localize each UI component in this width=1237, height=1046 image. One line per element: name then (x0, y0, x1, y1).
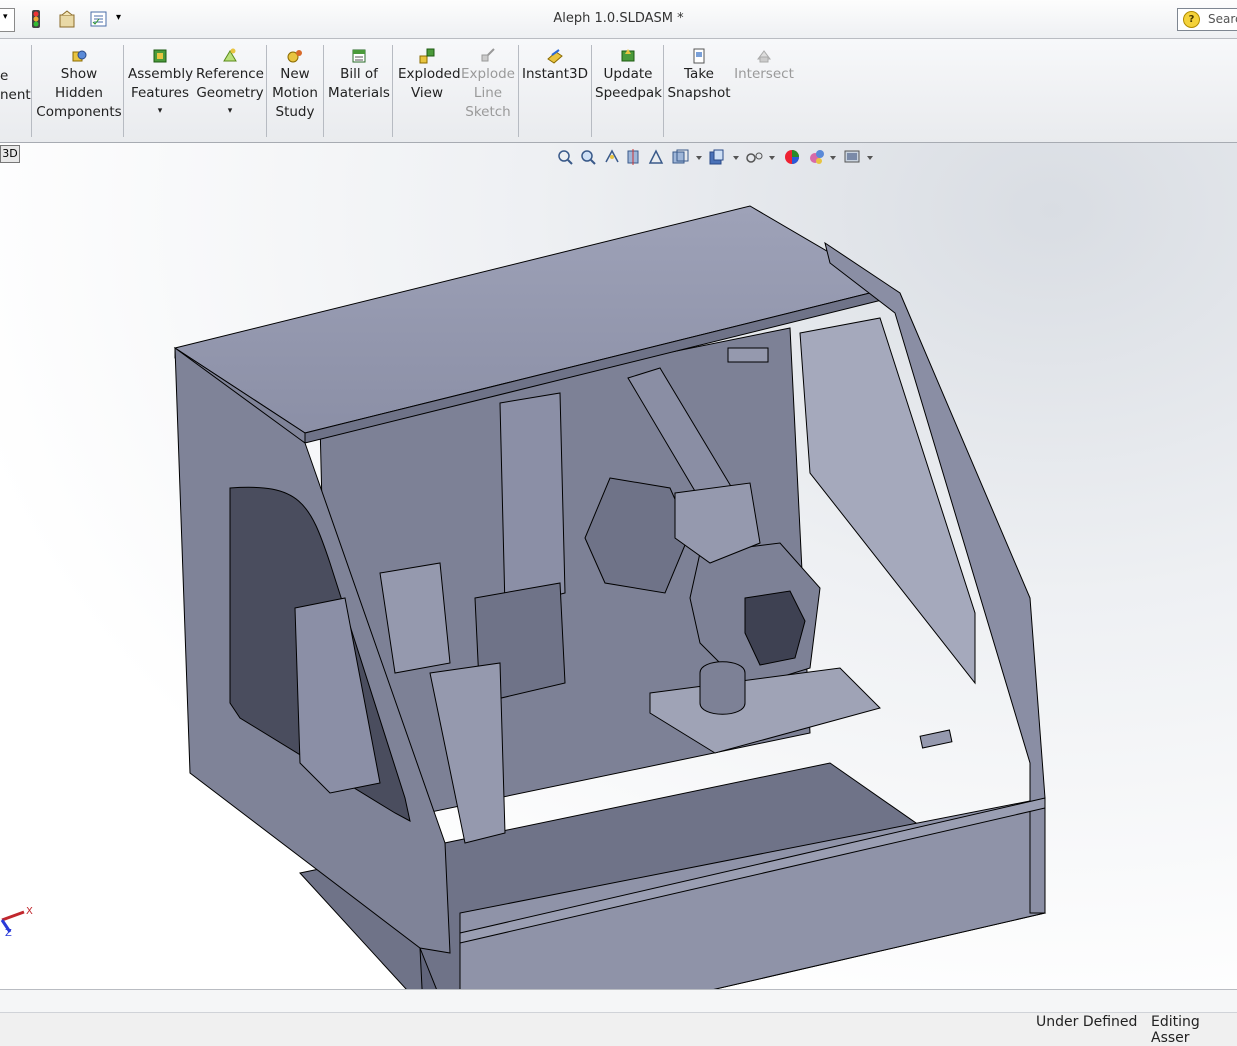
z-axis-label: Z (5, 928, 12, 938)
under-defined-status: Under Defined (1036, 1014, 1138, 1030)
status-bar-upper (0, 990, 1237, 1013)
ribbon-separator (518, 45, 519, 137)
ribbon-separator (31, 45, 32, 137)
reference-geometry-label: Reference Geometry (196, 66, 264, 101)
ribbon-separator (392, 45, 393, 137)
take-snapshot-label: Take Snapshot (667, 66, 731, 101)
x-axis-label: X (26, 906, 33, 917)
reference-geometry-icon (223, 48, 237, 62)
assembly-features-label: Assembly Features (128, 66, 194, 101)
search-label: Searc (1208, 12, 1237, 26)
show-hidden-components-button[interactable]: Show Hidden Components (36, 47, 122, 122)
intersect-label: Intersect (734, 66, 794, 82)
upper-bracket (727, 347, 769, 363)
ribbon-separator (266, 45, 267, 137)
chevron-down-icon[interactable]: ▾ (196, 105, 264, 117)
partial-left-button[interactable]: e nent (0, 67, 31, 105)
motion-study-icon (287, 50, 302, 63)
bill-of-materials-button[interactable]: Bill of Materials (328, 47, 390, 103)
right-side-cutout (799, 317, 976, 685)
exploded-view-button[interactable]: Exploded View (398, 47, 461, 103)
assembly-features-button[interactable]: Assembly Features ▾ (128, 47, 194, 117)
reference-geometry-button[interactable]: Reference Geometry ▾ (196, 47, 264, 117)
center-column[interactable] (499, 392, 566, 609)
pedestal-post (699, 661, 746, 715)
update-speedpak-button[interactable]: Update Speedpak (595, 47, 662, 103)
assembly-model[interactable] (0, 143, 1237, 989)
new-motion-study-button[interactable]: New Motion Study (269, 47, 321, 122)
instant3d-icon (547, 49, 563, 64)
explode-line-sketch-icon (481, 48, 495, 62)
ribbon-separator (123, 45, 124, 137)
intersect-button[interactable]: Intersect (734, 47, 794, 84)
update-speedpak-label: Update Speedpak (595, 66, 662, 101)
graphics-area[interactable]: 3D X Z (0, 143, 1237, 989)
chevron-down-icon[interactable]: ▾ (128, 105, 192, 117)
title-bar: ▾ ▾ Aleph 1.0.SLDASM * ? Searc (0, 0, 1237, 39)
intersect-icon (757, 50, 771, 63)
command-manager: e nent Show Hidden Components Assembly F… (0, 39, 1237, 143)
explode-line-sketch-button[interactable]: Explode Line Sketch (460, 47, 516, 122)
new-motion-study-label: New Motion Study (272, 66, 318, 120)
show-hidden-icon (72, 50, 87, 62)
ribbon-separator (591, 45, 592, 137)
reference-triad: X Z (0, 906, 33, 938)
speedpak-icon (621, 49, 635, 62)
snapshot-icon (693, 48, 705, 64)
instant3d-button[interactable]: Instant3D (522, 47, 588, 84)
bill-of-materials-icon (352, 49, 366, 63)
assembly-features-icon (153, 49, 167, 63)
search-box[interactable]: ? Searc (1177, 8, 1237, 31)
partial-left-label-1: e (0, 68, 9, 84)
window-title: Aleph 1.0.SLDASM * (553, 11, 684, 26)
show-hidden-label: Show Hidden Components (36, 66, 122, 120)
explode-line-sketch-label: Explode Line Sketch (461, 66, 515, 120)
ribbon-separator (323, 45, 324, 137)
partial-left-label-2: nent (0, 87, 31, 103)
x-axis-icon (1, 910, 25, 922)
corner-bracket (919, 729, 953, 749)
instant3d-label: Instant3D (522, 66, 588, 82)
take-snapshot-button[interactable]: Take Snapshot (667, 47, 731, 103)
ribbon-separator (663, 45, 664, 137)
exploded-view-label: Exploded View (398, 66, 461, 101)
editing-assembly-status: Editing Asser (1151, 1014, 1200, 1046)
help-icon: ? (1183, 11, 1200, 28)
status-bar: Under Defined Editing Asser (0, 989, 1237, 1046)
exploded-view-icon (419, 48, 435, 64)
bill-of-materials-label: Bill of Materials (328, 66, 390, 101)
